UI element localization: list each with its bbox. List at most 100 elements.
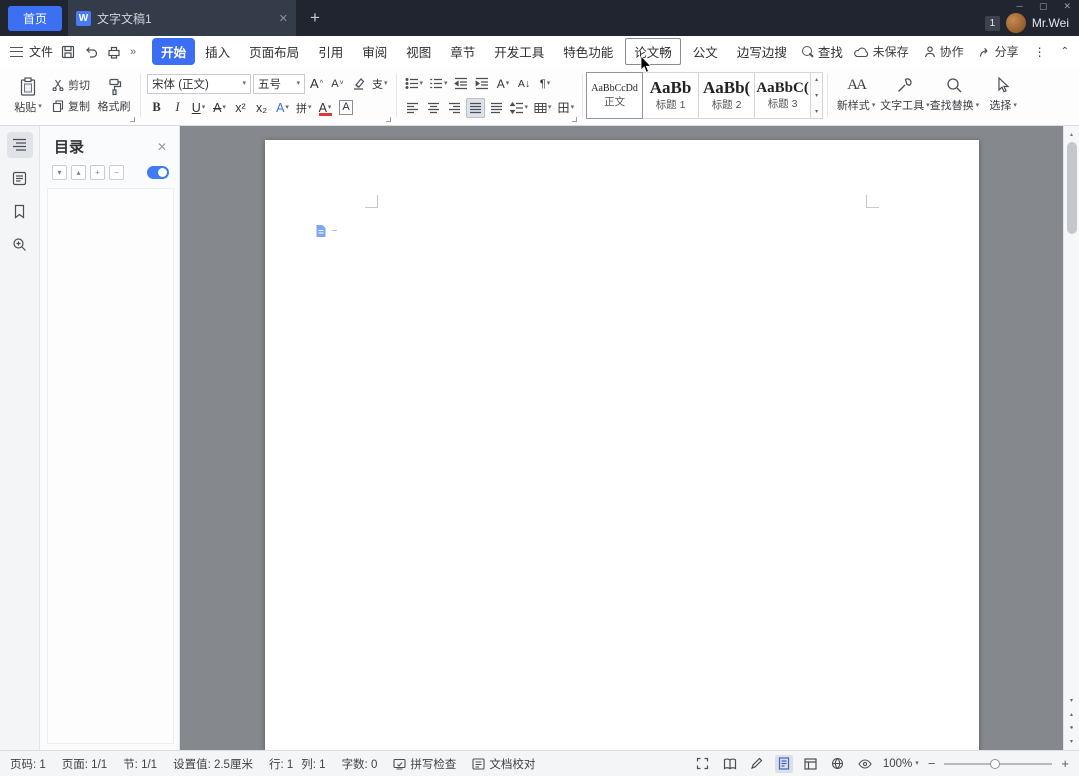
text-tool-button[interactable]: 文字工具▾ xyxy=(880,70,930,120)
save-icon[interactable] xyxy=(61,45,75,59)
smart-outline-toggle[interactable] xyxy=(147,166,169,179)
tab-home[interactable]: 开始 xyxy=(152,38,195,65)
shading-button[interactable]: ▾ xyxy=(532,98,554,118)
status-word-count[interactable]: 字数: 0 xyxy=(342,756,378,772)
username[interactable]: Mr.Wei xyxy=(1032,16,1069,30)
select-button[interactable]: 选择▾ xyxy=(979,70,1027,120)
quick-access-more-icon[interactable]: » xyxy=(130,46,136,58)
find-panel-button[interactable] xyxy=(7,231,33,257)
collapse-all-icon[interactable]: ▴ xyxy=(71,165,86,180)
status-section[interactable]: 节: 1/1 xyxy=(123,756,157,772)
underline-button[interactable]: U▾ xyxy=(189,98,208,118)
paragraph-dialog-launcher[interactable] xyxy=(572,117,577,122)
line-spacing-button[interactable]: ▾ xyxy=(508,98,531,118)
font-size-combo[interactable]: 五号 ▾ xyxy=(253,74,305,94)
tab-write-search[interactable]: 边写边搜 xyxy=(728,38,796,65)
print-icon[interactable] xyxy=(107,45,121,59)
previous-page-icon[interactable]: ▴ xyxy=(1070,711,1073,718)
italic-button[interactable]: I xyxy=(168,98,187,118)
font-name-combo[interactable]: 宋体 (正文) ▾ xyxy=(147,74,251,94)
new-style-button[interactable]: AA 新样式▾ xyxy=(832,70,880,120)
style-normal[interactable]: AaBbCcDd 正文 xyxy=(586,72,643,119)
bookmark-panel-button[interactable] xyxy=(7,198,33,224)
font-color-button[interactable]: A▾ xyxy=(316,98,335,118)
paste-button[interactable]: 粘贴▾ xyxy=(8,71,48,121)
new-tab-button[interactable]: + xyxy=(310,8,320,28)
status-line[interactable]: 行: 1 xyxy=(269,756,293,772)
cut-button[interactable]: 剪切 xyxy=(52,77,90,93)
zoom-slider-thumb[interactable] xyxy=(990,759,1000,769)
tab-section[interactable]: 章节 xyxy=(441,38,484,65)
justify-button[interactable] xyxy=(466,98,485,118)
tab-review[interactable]: 审阅 xyxy=(353,38,396,65)
distribute-button[interactable] xyxy=(487,98,506,118)
numbered-list-button[interactable]: ▾ xyxy=(427,74,450,94)
read-mode-icon[interactable] xyxy=(721,755,739,773)
file-menu[interactable]: 文件 xyxy=(10,43,53,60)
clear-format-icon[interactable] xyxy=(349,74,368,94)
tab-official-doc[interactable]: 公文 xyxy=(684,38,727,65)
align-left-button[interactable] xyxy=(403,98,422,118)
show-marks-button[interactable]: ¶▾ xyxy=(536,74,555,94)
grow-font-button[interactable]: A^ xyxy=(307,74,326,94)
tab-insert[interactable]: 插入 xyxy=(196,38,239,65)
format-painter-button[interactable]: 格式刷 xyxy=(94,71,134,121)
zoom-level-button[interactable]: 100% ▾ xyxy=(883,758,919,770)
copy-button[interactable]: 复制 xyxy=(52,98,90,114)
demote-icon[interactable]: − xyxy=(109,165,124,180)
promote-icon[interactable]: + xyxy=(90,165,105,180)
avatar[interactable] xyxy=(1006,13,1026,33)
status-setting[interactable]: 设置值: 2.5厘米 xyxy=(173,756,253,772)
document-area[interactable]: − xyxy=(180,126,1063,750)
subscript-button[interactable]: x₂ xyxy=(252,98,271,118)
outline-list[interactable] xyxy=(47,188,174,744)
close-icon[interactable]: ✕ xyxy=(1063,1,1071,12)
gallery-down-icon[interactable]: ▾ xyxy=(815,92,818,99)
gallery-more-icon[interactable]: ▾ xyxy=(815,108,818,115)
share-button[interactable]: 分享 xyxy=(979,43,1019,60)
style-heading2[interactable]: AaBb( 标题 2 xyxy=(698,72,755,119)
sort-button[interactable]: A↓ xyxy=(515,74,534,94)
text-effects-button[interactable]: A▾ xyxy=(273,98,292,118)
close-panel-icon[interactable]: ✕ xyxy=(157,140,167,154)
browse-object-icon[interactable]: ● xyxy=(1070,725,1074,731)
web-layout-icon[interactable] xyxy=(829,755,847,773)
pinyin-guide-button[interactable]: 拼▾ xyxy=(294,98,314,118)
tab-developer[interactable]: 开发工具 xyxy=(485,38,553,65)
decrease-indent-button[interactable] xyxy=(452,74,471,94)
style-heading1[interactable]: AaBb 标题 1 xyxy=(642,72,699,119)
ink-mode-icon[interactable] xyxy=(748,755,766,773)
eye-protect-icon[interactable] xyxy=(856,755,874,773)
home-tab[interactable]: 首页 xyxy=(8,6,62,31)
doc-proof-button[interactable]: 文档校对 xyxy=(472,756,535,772)
borders-button[interactable]: 田▾ xyxy=(556,98,577,118)
align-right-button[interactable] xyxy=(445,98,464,118)
status-page-number[interactable]: 页码: 1 xyxy=(10,756,46,772)
collaborate-button[interactable]: 协作 xyxy=(924,43,964,60)
minimize-icon[interactable]: ─ xyxy=(1017,1,1023,12)
status-page-count[interactable]: 页面: 1/1 xyxy=(62,756,107,772)
find-replace-button[interactable]: 查找替换▾ xyxy=(930,70,980,120)
superscript-button[interactable]: x² xyxy=(231,98,250,118)
outline-panel-button[interactable] xyxy=(7,132,33,158)
character-scale-button[interactable]: A▾ xyxy=(494,74,513,94)
tab-page-layout[interactable]: 页面布局 xyxy=(240,38,308,65)
collapse-ribbon-icon[interactable]: ⌃ xyxy=(1061,46,1069,57)
style-heading3[interactable]: AaBbC( 标题 3 xyxy=(754,72,811,119)
close-tab-icon[interactable]: ✕ xyxy=(279,12,288,25)
zoom-out-button[interactable]: − xyxy=(928,756,936,771)
document-page[interactable]: − xyxy=(265,140,979,750)
vertical-scrollbar[interactable]: ▴ ▾ ▴ ● ▾ xyxy=(1063,126,1079,750)
font-dialog-launcher[interactable] xyxy=(386,117,391,122)
undo-icon[interactable] xyxy=(84,45,98,59)
page-view-icon[interactable] xyxy=(775,755,793,773)
scroll-up-icon[interactable]: ▴ xyxy=(1070,128,1073,140)
scroll-down-icon[interactable]: ▾ xyxy=(1070,697,1073,704)
notification-badge[interactable]: 1 xyxy=(985,16,1000,31)
expand-all-icon[interactable]: ▾ xyxy=(52,165,67,180)
save-status-button[interactable]: 未保存 xyxy=(854,43,909,60)
bold-button[interactable]: B xyxy=(147,98,166,118)
zoom-slider[interactable] xyxy=(944,763,1052,765)
zoom-in-button[interactable]: + xyxy=(1061,756,1069,771)
increase-indent-button[interactable] xyxy=(473,74,492,94)
